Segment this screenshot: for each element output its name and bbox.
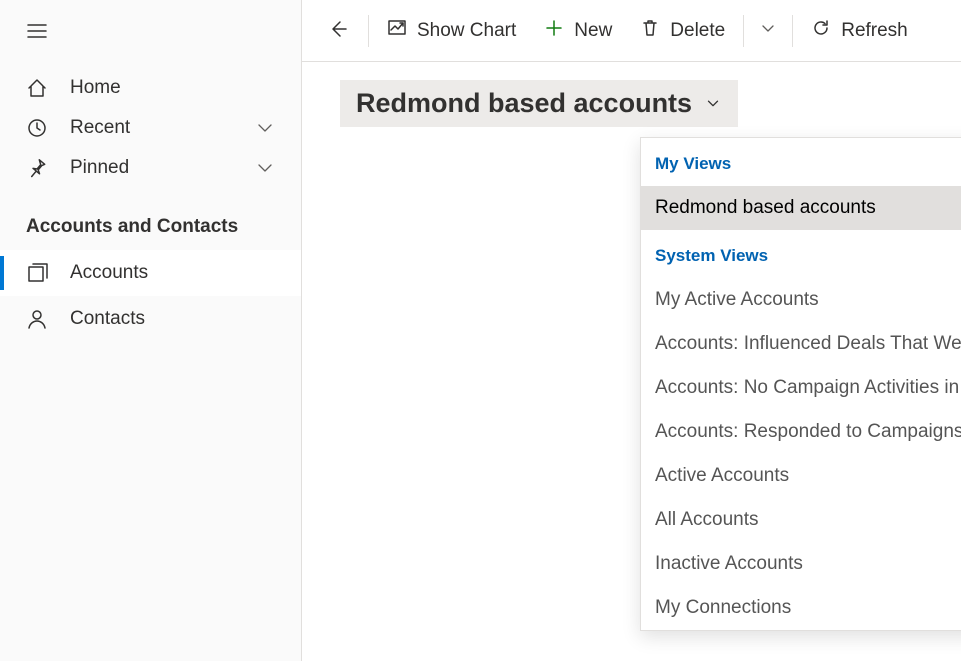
sidebar-item-contacts[interactable]: Contacts [0,296,301,342]
view-option[interactable]: Inactive Accounts [641,542,961,586]
new-button[interactable]: New [530,10,626,52]
person-icon [26,308,48,330]
chevron-down-icon [255,158,275,178]
view-option-redmond-based-accounts[interactable]: Redmond based accounts [641,186,961,230]
view-option-label: Redmond based accounts [655,197,876,219]
view-option[interactable]: My Connections [641,586,961,630]
view-option-label: All Accounts [655,509,759,531]
delete-dropdown-button[interactable] [748,10,788,52]
chart-icon [387,18,407,44]
divider [743,15,744,47]
button-label: Refresh [841,20,908,42]
sidebar-section-title: Accounts and Contacts [0,188,301,250]
delete-button[interactable]: Delete [626,10,739,52]
show-chart-button[interactable]: Show Chart [373,10,530,52]
sidebar-item-label: Pinned [70,157,233,179]
refresh-button[interactable]: Refresh [797,10,922,52]
view-option[interactable]: My Active Accounts [641,278,961,322]
plus-icon [544,18,564,44]
view-option[interactable]: All Accounts [641,498,961,542]
trash-icon [640,18,660,44]
dropdown-section-system-views: System Views [641,230,961,278]
view-option-label: My Active Accounts [655,289,819,311]
view-option[interactable]: Accounts: Responded to Campaigns in Last… [641,410,961,454]
sidebar-item-label: Contacts [70,308,145,330]
view-option[interactable]: Accounts: Influenced Deals That We Won [641,322,961,366]
view-selector-button[interactable]: Redmond based accounts [340,80,738,127]
view-option[interactable]: Accounts: No Campaign Activities in Last… [641,366,961,410]
back-button[interactable] [312,11,364,51]
sidebar-item-label: Accounts [70,262,148,284]
view-option-label: Inactive Accounts [655,553,803,575]
home-icon [26,77,48,99]
divider [368,15,369,47]
button-label: Delete [670,20,725,42]
sidebar-item-label: Home [70,77,275,99]
hamburger-icon[interactable] [26,29,48,46]
sidebar-item-recent[interactable]: Recent [0,108,301,148]
view-option-label: Accounts: Responded to Campaigns in Last… [655,421,961,443]
command-bar: Show Chart New Delete Refresh [302,0,961,62]
sidebar-item-home[interactable]: Home [0,68,301,108]
view-selector-label: Redmond based accounts [356,88,692,119]
sidebar-item-accounts[interactable]: Accounts [0,250,301,296]
accounts-icon [26,262,48,284]
divider [792,15,793,47]
clock-icon [26,117,48,139]
button-label: New [574,20,612,42]
view-option-label: Accounts: Influenced Deals That We Won [655,333,961,355]
button-label: Show Chart [417,20,516,42]
pin-icon [26,157,48,179]
view-selector-dropdown: My Views Redmond based accounts System V… [640,137,961,631]
sidebar-item-pinned[interactable]: Pinned [0,148,301,188]
chevron-down-icon [758,18,778,44]
view-option-label: Active Accounts [655,465,789,487]
view-option[interactable]: Active Accounts [641,454,961,498]
chevron-down-icon [704,88,722,119]
main-content: Show Chart New Delete Refresh [302,0,961,661]
view-option-label: Accounts: No Campaign Activities in Last… [655,377,961,399]
sidebar: Home Recent Pinned Accounts and Contacts… [0,0,302,661]
sidebar-item-label: Recent [70,117,233,139]
view-option-label: My Connections [655,597,791,619]
refresh-icon [811,18,831,44]
dropdown-section-my-views: My Views [641,138,961,186]
chevron-down-icon [255,118,275,138]
